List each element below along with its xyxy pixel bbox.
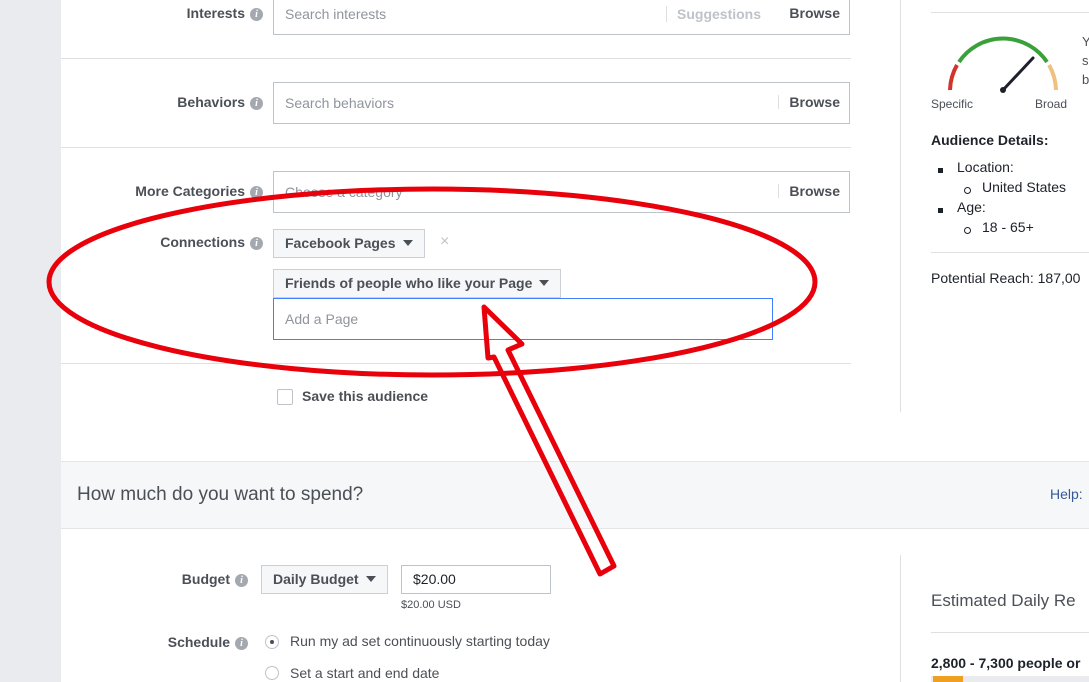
annotation-ellipse	[46, 186, 818, 378]
annotation-overlay	[46, 186, 818, 577]
annotation-arrow-icon	[481, 304, 617, 577]
